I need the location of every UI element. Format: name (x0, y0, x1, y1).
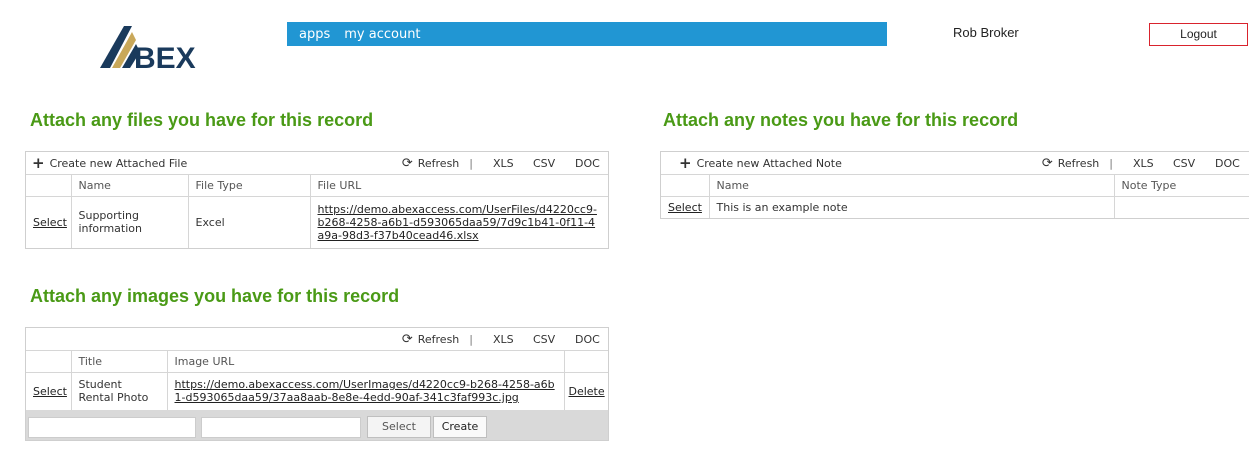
table-header-row: Name File Type File URL (26, 175, 608, 197)
abex-logo[interactable]: BEX (96, 18, 206, 75)
select-link[interactable]: Select (33, 385, 67, 398)
export-xls-button[interactable]: XLS (493, 157, 533, 170)
export-csv-button[interactable]: CSV (533, 333, 575, 346)
images-table: Title Image URL Select Student Rental Ph… (26, 351, 608, 410)
file-type-cell: Excel (188, 196, 311, 248)
export-csv-button[interactable]: CSV (533, 157, 575, 170)
refresh-icon: ⟳ (401, 156, 413, 171)
refresh-icon: ⟳ (1041, 156, 1053, 171)
export-doc-button[interactable]: DOC (575, 157, 608, 170)
files-toolbar: + Create new Attached File ⟳ Refresh | XL… (26, 152, 608, 175)
table-row: Select This is an example note (661, 196, 1249, 218)
create-note-label: Create new Attached Note (696, 156, 842, 170)
table-header-row: Name Note Type (661, 175, 1249, 197)
notes-grid: + Create new Attached Note ⟳ Refresh | XL… (660, 151, 1249, 219)
refresh-label: Refresh (417, 157, 460, 170)
file-url-link[interactable]: https://demo.abexaccess.com/UserFiles/d4… (318, 203, 597, 242)
select-link[interactable]: Select (33, 216, 67, 229)
files-section-title: Attach any files you have for this recor… (30, 110, 374, 130)
images-toolbar: ⟳ Refresh | XLS CSV DOC (26, 328, 608, 351)
create-file-button[interactable]: + Create new Attached File (32, 153, 188, 172)
select-file-button[interactable]: Select (367, 416, 431, 438)
refresh-label: Refresh (1057, 157, 1100, 170)
images-section-title: Attach any images you have for this reco… (30, 286, 400, 306)
top-nav: apps my account (287, 22, 887, 46)
note-name-cell: This is an example note (709, 196, 1115, 218)
header-cell-select (26, 351, 72, 373)
image-title-input[interactable] (28, 417, 196, 438)
create-file-label: Create new Attached File (49, 156, 188, 170)
column-header-title[interactable]: Title (71, 351, 168, 373)
export-doc-button[interactable]: DOC (575, 333, 608, 346)
column-header-name[interactable]: Name (71, 175, 189, 197)
logo-text: BEX (134, 42, 196, 74)
delete-link[interactable]: Delete (569, 385, 605, 398)
header-cell-delete (564, 351, 608, 373)
notes-table: Name Note Type Select This is an example… (661, 175, 1249, 218)
export-xls-button[interactable]: XLS (493, 333, 533, 346)
separator: | (469, 157, 473, 170)
refresh-button[interactable]: ⟳ Refresh (1042, 156, 1099, 171)
refresh-label: Refresh (417, 333, 460, 346)
refresh-icon: ⟳ (401, 332, 413, 347)
column-header-file-url[interactable]: File URL (310, 175, 608, 197)
separator: | (469, 333, 473, 346)
image-upload-row: Select Create (26, 410, 608, 440)
images-grid: ⟳ Refresh | XLS CSV DOC Title Image URL S… (25, 327, 609, 441)
refresh-button[interactable]: ⟳ Refresh (402, 156, 459, 171)
files-grid: + Create new Attached File ⟳ Refresh | XL… (25, 151, 609, 249)
table-row: Select Student Rental Photo https://demo… (26, 372, 608, 410)
separator: | (1109, 157, 1113, 170)
plus-icon: + (32, 153, 45, 172)
image-title-cell: Student Rental Photo (71, 372, 168, 410)
create-note-button[interactable]: + Create new Attached Note (679, 153, 842, 172)
nav-my-account[interactable]: my account (344, 27, 420, 42)
table-row: Select Supporting information Excel http… (26, 196, 608, 248)
column-header-file-type[interactable]: File Type (188, 175, 311, 197)
user-name: Rob Broker (953, 25, 1019, 40)
column-header-name[interactable]: Name (709, 175, 1115, 197)
export-csv-button[interactable]: CSV (1173, 157, 1215, 170)
select-link[interactable]: Select (668, 201, 702, 214)
note-type-cell (1114, 196, 1249, 218)
export-xls-button[interactable]: XLS (1133, 157, 1173, 170)
header-cell-select (661, 175, 710, 197)
column-header-note-type[interactable]: Note Type (1114, 175, 1249, 197)
logout-button[interactable]: Logout (1149, 23, 1248, 46)
header-cell-select (26, 175, 72, 197)
image-url-link[interactable]: https://demo.abexaccess.com/UserImages/d… (175, 378, 555, 404)
table-header-row: Title Image URL (26, 351, 608, 373)
column-header-image-url[interactable]: Image URL (167, 351, 565, 373)
refresh-button[interactable]: ⟳ Refresh (402, 332, 459, 347)
nav-apps[interactable]: apps (299, 27, 330, 42)
export-doc-button[interactable]: DOC (1215, 157, 1249, 170)
create-image-button[interactable]: Create (433, 416, 487, 438)
plus-icon: + (679, 153, 692, 172)
file-name-cell: Supporting information (71, 196, 189, 248)
image-file-input[interactable] (201, 417, 361, 438)
notes-toolbar: + Create new Attached Note ⟳ Refresh | XL… (661, 152, 1249, 175)
files-table: Name File Type File URL Select Supportin… (26, 175, 608, 248)
notes-section-title: Attach any notes you have for this recor… (663, 110, 1019, 130)
